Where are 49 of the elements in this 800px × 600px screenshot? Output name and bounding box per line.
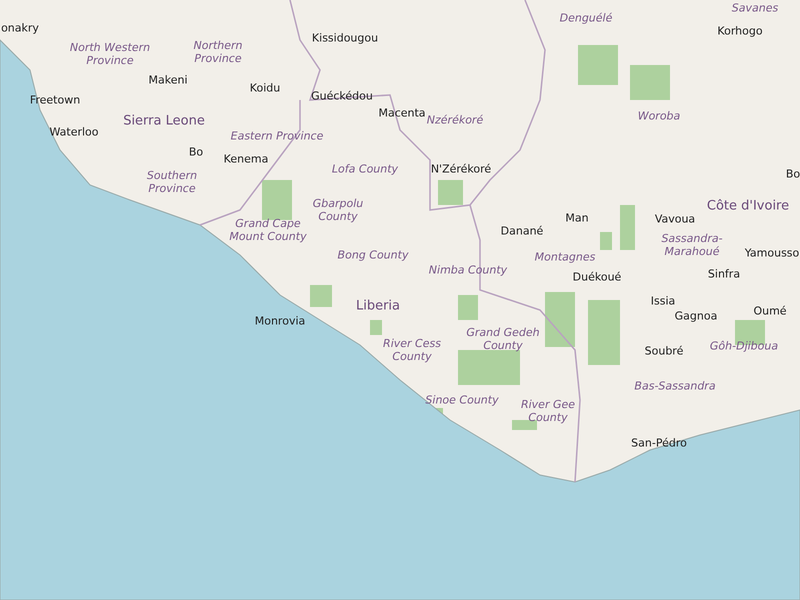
city-label: Makeni	[148, 74, 188, 86]
country-label: Côte d'Ivoire	[706, 200, 790, 212]
city-label: Korhogo	[717, 24, 763, 38]
city-label: Vavoua	[654, 212, 696, 226]
country-label: Liberia	[356, 300, 400, 312]
city-label: Macenta	[378, 106, 426, 120]
city-label: Bo	[786, 168, 800, 180]
region-label: Grand Gedeh County	[466, 326, 540, 352]
region-label: Grand Cape Mount County	[229, 217, 307, 243]
city-label: onakry	[1, 22, 39, 34]
city-label: San-Pédro	[631, 436, 687, 450]
region-label: River Cess County	[383, 337, 441, 363]
region-label: Northern Province	[193, 39, 243, 65]
city-label: N'Zérékoré	[430, 162, 492, 176]
city-label: Koidu	[250, 82, 280, 94]
city-label: Kissidougou	[312, 32, 378, 44]
region-label: Gôh-Djiboua	[710, 340, 778, 352]
city-label: Man	[565, 212, 589, 224]
city-label: Danané	[500, 224, 544, 238]
city-label: Monrovia	[254, 314, 306, 328]
region-label: Eastern Province	[230, 130, 324, 142]
country-label: Sierra Leone	[123, 114, 205, 128]
city-label: Gagnoa	[674, 310, 718, 322]
region-label: Nimba County	[428, 264, 508, 276]
city-label: Sinfra	[708, 268, 740, 280]
region-label: Bas-Sassandra	[634, 380, 716, 392]
region-label: Montagnes	[534, 250, 596, 264]
region-label: North Western Province	[70, 41, 150, 67]
city-label: Yamousso	[744, 246, 800, 260]
city-label: Waterloo	[49, 126, 99, 138]
region-label: Bong County	[338, 248, 408, 262]
region-label: Woroba	[638, 110, 680, 122]
region-label: Savanes	[732, 2, 778, 14]
region-label: Lofa County	[332, 162, 398, 176]
city-label: Duékoué	[572, 270, 622, 284]
region-label: Sinoe County	[425, 394, 499, 406]
region-label: Denguélé	[560, 12, 612, 24]
region-label: Nzérékoré	[426, 114, 484, 126]
city-label: Issia	[650, 294, 676, 308]
region-label: Gbarpolu County	[312, 197, 364, 223]
city-label: Kenema	[224, 152, 268, 166]
city-label: Oumé	[753, 304, 787, 318]
region-label: Sassandra- Marahoué	[661, 232, 723, 258]
city-label: Guéckédou	[311, 90, 373, 102]
city-label: Soubré	[644, 344, 684, 358]
region-label: Southern Province	[146, 169, 198, 195]
city-label: Freetown	[30, 94, 80, 106]
city-label: Bo	[188, 146, 204, 158]
region-label: River Gee County	[520, 398, 576, 424]
